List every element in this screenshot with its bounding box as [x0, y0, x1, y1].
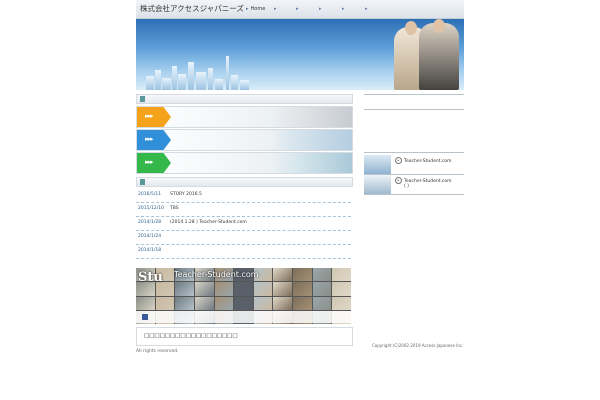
chevron-arrow-icon: ▸▸▸ [137, 107, 171, 127]
news-text[interactable]: (2014.1.28 ) Teacher-Student.com [170, 220, 247, 225]
photo-tile [273, 296, 293, 310]
nav-arrow-icon: ▸ [365, 6, 368, 12]
section-header-news [136, 177, 353, 187]
mosaic-site-text: Teacher-Student.com [174, 270, 259, 279]
news-date: 2014/1/28 [138, 220, 162, 225]
nav-home[interactable]: ▸ Home [246, 6, 265, 12]
teacher-thumbnail [364, 155, 391, 174]
social-bar [136, 311, 351, 323]
divider [364, 194, 464, 195]
photo-tile [332, 268, 351, 282]
chevron-arrow-icon: ▸▸▸ [137, 130, 171, 150]
news-row[interactable]: 2016/5/11 STORY 2016.5 [136, 188, 351, 203]
teacher-student-link-2[interactable]: ▸ Teacher-Student.com ( ) [364, 175, 464, 194]
photo-tile [312, 282, 332, 296]
copyright-text: Copyright (C)2002-2019 Access Japanese I… [372, 343, 464, 348]
section-header-1 [136, 94, 353, 104]
photo-tile [136, 296, 155, 310]
banner-3[interactable]: ▸▸▸ [136, 152, 353, 174]
facebook-icon[interactable] [142, 314, 148, 320]
nav-arrow-icon: ▸ [296, 6, 299, 12]
photo-tile [234, 282, 253, 296]
photo-tile [214, 282, 234, 296]
photo-tile [293, 268, 312, 282]
nav-item-2[interactable]: ▸ [274, 6, 279, 12]
photo-tile [155, 296, 175, 310]
mosaic-logo-text: Stu [138, 270, 163, 285]
chevron-arrow-icon: ▸▸▸ [137, 153, 171, 173]
arrow-circle-icon: ▸ [395, 177, 402, 184]
site-brand[interactable]: 株式会社アクセスジャパニーズ [140, 3, 244, 14]
news-date: 2014/1/24 [138, 234, 162, 239]
news-row[interactable]: 2015/12/10 TBS [136, 202, 351, 217]
divider [364, 152, 464, 153]
teacher-student-link[interactable]: ▸ Teacher-Student.com [364, 155, 464, 174]
news-row[interactable]: 2014/1/24 [136, 230, 351, 245]
photo-tile [293, 296, 312, 310]
nav-arrow-icon: ▸ [319, 6, 322, 12]
news-date: 2014/1/18 [138, 248, 162, 253]
photo-tile [175, 296, 194, 310]
nav-arrow-icon: ▸ [342, 6, 345, 12]
photo-tile [234, 296, 253, 310]
nav-arrow-icon: ▸ [246, 6, 249, 12]
nav-item-5[interactable]: ▸ [342, 6, 347, 12]
photo-tile [312, 296, 332, 310]
photo-tile [253, 282, 273, 296]
arrow-circle-icon: ▸ [395, 157, 402, 164]
all-rights-text: All rights reserved. [136, 349, 179, 354]
businessman-figure [419, 19, 459, 90]
nav-item-3[interactable]: ▸ [296, 6, 301, 12]
photo-tile [214, 296, 234, 310]
news-text[interactable]: TBS [170, 206, 179, 211]
caption-text: □□□□□□□□□□□□□□□□□□ [144, 333, 238, 339]
nav-item-6[interactable]: ▸ [365, 6, 370, 12]
banner-1[interactable]: ▸▸▸ [136, 106, 353, 128]
photo-tile [332, 282, 351, 296]
news-row[interactable]: 2014/1/18 [136, 244, 351, 259]
photo-tile [175, 282, 194, 296]
banner-2[interactable]: ▸▸▸ [136, 129, 353, 151]
photo-tile [273, 282, 293, 296]
photo-tile [332, 296, 351, 310]
mosaic-caption-box[interactable]: □□□□□□□□□□□□□□□□□□ [136, 327, 353, 346]
nav-item-4[interactable]: ▸ [319, 6, 324, 12]
photo-tile [194, 282, 214, 296]
photo-tile [293, 282, 312, 296]
news-text[interactable]: STORY 2016.5 [170, 192, 202, 197]
teacher-thumbnail [364, 175, 391, 194]
photo-tile [194, 296, 214, 310]
divider [364, 94, 464, 95]
photo-tile [273, 268, 293, 282]
divider [364, 109, 464, 110]
photo-tile [253, 296, 273, 310]
nav-arrow-icon: ▸ [274, 6, 277, 12]
news-date: 2015/12/10 [138, 206, 164, 211]
site-header: 株式会社アクセスジャパニーズ ▸ Home ▸ ▸ ▸ ▸ ▸ [136, 0, 464, 19]
news-date: 2016/5/11 [138, 192, 162, 197]
news-row[interactable]: 2014/1/28 (2014.1.28 ) Teacher-Student.c… [136, 216, 351, 231]
hero-image [136, 19, 464, 90]
photo-tile [312, 268, 332, 282]
